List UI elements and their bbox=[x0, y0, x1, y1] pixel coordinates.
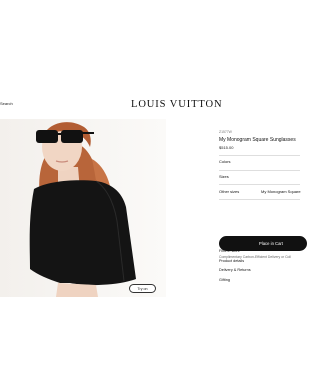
divider bbox=[219, 184, 300, 185]
product-hero-image bbox=[0, 119, 166, 297]
brand-logo[interactable]: LOUIS VUITTON bbox=[131, 99, 223, 110]
find-in-store-link[interactable]: Find in store bbox=[219, 249, 240, 253]
divider bbox=[219, 199, 300, 200]
product-title: My Monogram Square Sunglasses bbox=[219, 137, 296, 143]
other-sizes-value: My Monogram Square bbox=[261, 189, 301, 194]
product-details-link[interactable]: Product details bbox=[219, 259, 244, 263]
product-price: $515.00 bbox=[219, 145, 234, 150]
colors-label: Colors bbox=[219, 159, 231, 164]
product-page: Search LOUIS VUITTON Try on Z1577W My Mo… bbox=[0, 0, 307, 390]
model-photo bbox=[29, 122, 136, 297]
search-link[interactable]: Search bbox=[0, 101, 13, 106]
gifting-link[interactable]: Gifting bbox=[219, 278, 230, 282]
sizes-label: Sizes bbox=[219, 174, 229, 179]
divider bbox=[219, 155, 300, 156]
divider bbox=[219, 170, 300, 171]
product-reference: Z1577W bbox=[219, 130, 232, 134]
colors-selector[interactable]: Colors bbox=[219, 157, 300, 167]
delivery-returns-link[interactable]: Delivery & Returns bbox=[219, 268, 251, 272]
sizes-selector[interactable]: Sizes bbox=[219, 172, 300, 182]
try-on-button[interactable]: Try on bbox=[129, 284, 156, 293]
other-sizes-selector[interactable]: Other sizes My Monogram Square bbox=[219, 187, 301, 197]
other-sizes-label: Other sizes bbox=[219, 189, 240, 194]
